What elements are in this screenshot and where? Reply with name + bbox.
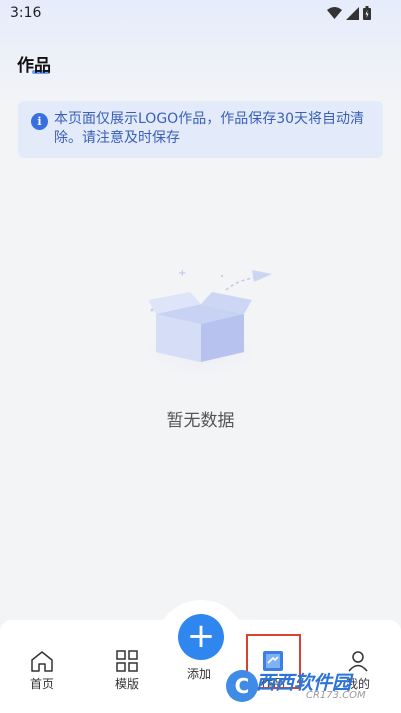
page-title: 作品 (17, 56, 51, 76)
add-button[interactable]: + (178, 614, 224, 660)
grid-icon (116, 650, 138, 672)
notice-banner: i 本页面仅展示LOGO作品，作品保存30天将自动清除。请注意及时保存 (18, 101, 383, 158)
empty-box-illustration: + (129, 268, 273, 382)
wifi-icon (327, 7, 342, 19)
notice-text: 本页面仅展示LOGO作品，作品保存30天将自动清除。请注意及时保存 (54, 111, 365, 146)
info-icon: i (31, 113, 48, 130)
plus-icon: + (186, 616, 216, 656)
status-icons (327, 6, 371, 20)
tab-templates[interactable]: 模版 (97, 650, 157, 692)
watermark-site: CR173.COM (306, 690, 366, 701)
tab-home[interactable]: 首页 (12, 650, 72, 692)
home-icon (31, 651, 53, 672)
watermark-logo: C (226, 670, 258, 702)
add-button-label: 添加 (187, 667, 212, 681)
status-time: 3:16 (10, 5, 42, 21)
svg-text:+: + (178, 268, 186, 279)
empty-state-text: 暂无数据 (166, 411, 235, 431)
tab-templates-label: 模版 (114, 677, 139, 691)
tab-home-label: 首页 (29, 677, 54, 691)
status-bar: 3:16 (0, 0, 401, 28)
signal-icon (346, 6, 359, 20)
watermark: C 西西软件园 CR173.COM (226, 668, 386, 708)
battery-icon (363, 6, 371, 20)
